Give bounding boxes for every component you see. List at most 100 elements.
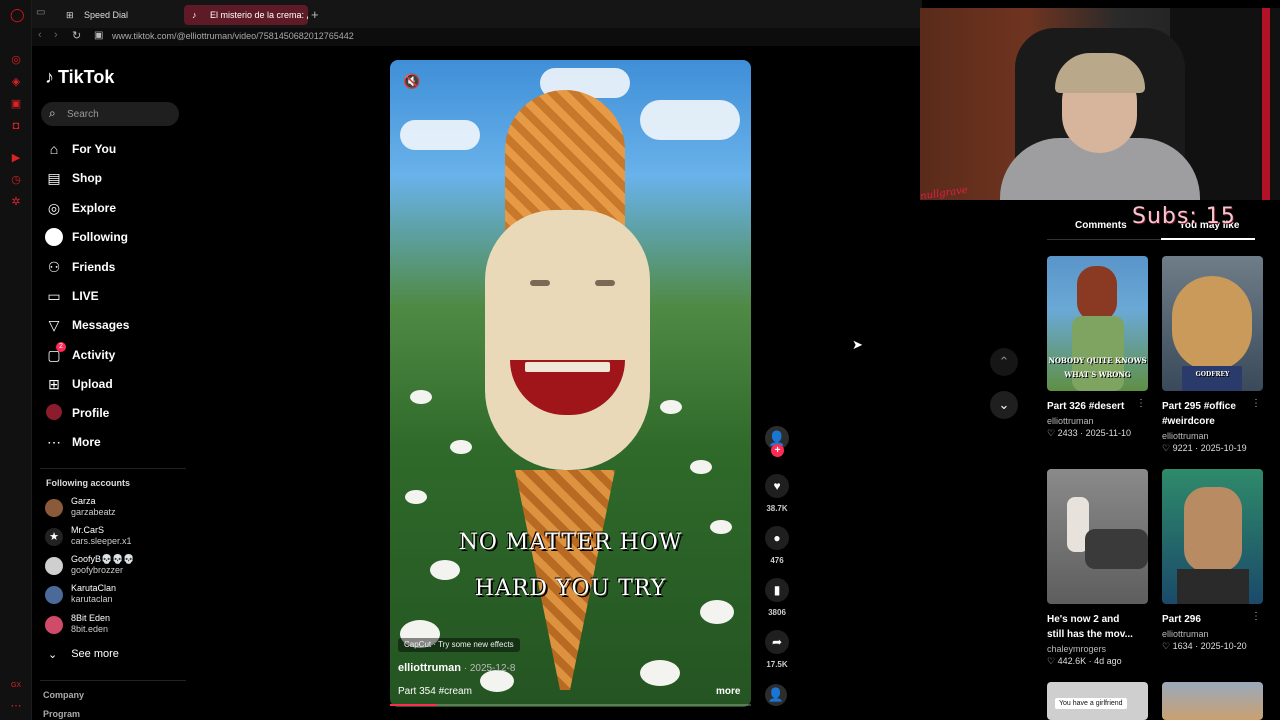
messenger-icon[interactable]: ▣ bbox=[10, 98, 22, 110]
save-count: 3806 bbox=[768, 608, 786, 617]
nav-label: For You bbox=[72, 142, 117, 156]
nav-activity[interactable]: ▢ 2 Activity bbox=[45, 342, 195, 366]
recommended-video-card[interactable]: GODFREY Part 295 #office #weirdcore ⋮ el… bbox=[1162, 256, 1263, 454]
live-tv-icon: ▭ bbox=[47, 288, 61, 304]
sidebar-shortcut-icon[interactable]: ◈ bbox=[10, 76, 22, 88]
recommended-video-card[interactable]: He's now 2 and still has the mov... chal… bbox=[1047, 469, 1148, 667]
recommended-video-card[interactable]: NOBODY QUITE KNOWS WHAT'S WRONG Part 326… bbox=[1047, 256, 1148, 439]
eye bbox=[595, 280, 615, 286]
nav-live[interactable]: ▭ LIVE bbox=[45, 285, 195, 307]
account-item[interactable]: KarutaClan karutaclan bbox=[45, 583, 195, 609]
history-icon[interactable]: ◷ bbox=[10, 174, 22, 186]
search-input[interactable] bbox=[67, 106, 167, 122]
nav-explore[interactable]: ◎ Explore bbox=[45, 197, 195, 219]
recommended-video-card[interactable]: Part 296 ⋮ elliottruman ♡ 1634 · 2025-10… bbox=[1162, 469, 1263, 652]
nav-more[interactable]: ⋯ More bbox=[45, 431, 195, 453]
nav-upload[interactable]: ⊞ Upload bbox=[45, 373, 195, 395]
avatar bbox=[45, 557, 63, 575]
following-avatar-icon bbox=[45, 228, 63, 246]
chevron-down-icon: ⌄ bbox=[48, 649, 58, 661]
account-item[interactable]: ★ Mr.CarS cars.sleeper.x1 bbox=[45, 525, 195, 551]
tab-comments[interactable]: Comments bbox=[1075, 220, 1127, 231]
workspace-icon[interactable]: ▭ bbox=[36, 7, 45, 18]
settings-gear-icon[interactable]: ✲ bbox=[10, 196, 22, 208]
video-thumbnail[interactable]: NOBODY QUITE KNOWS WHAT'S WRONG bbox=[1047, 256, 1148, 391]
video-date: · 2025-12-8 bbox=[460, 663, 516, 674]
comment-button[interactable]: ● 476 bbox=[764, 526, 790, 565]
video-thumbnail[interactable] bbox=[1162, 469, 1263, 604]
video-author[interactable]: elliottruman · 2025-12-8 bbox=[398, 662, 515, 674]
nav-for-you[interactable]: ⌂ For You bbox=[45, 138, 195, 160]
video-progress-bar[interactable] bbox=[390, 704, 751, 706]
active-tab-indicator bbox=[1161, 238, 1255, 240]
messages-icon: ▽ bbox=[48, 317, 60, 333]
nav-profile[interactable]: Profile bbox=[45, 402, 195, 424]
daisy-shape bbox=[690, 460, 712, 474]
capcut-tag[interactable]: CapCut · Try some new effects bbox=[398, 638, 520, 652]
account-item[interactable]: Garza garzabeatz bbox=[45, 496, 195, 522]
tiktok-note-icon: ♪ bbox=[45, 67, 54, 87]
nav-label: Upload bbox=[72, 377, 113, 391]
footer-link-company[interactable]: Company bbox=[43, 690, 84, 700]
nav-label: Messages bbox=[72, 318, 130, 332]
follow-plus-button[interactable]: + bbox=[771, 444, 784, 457]
card-title: He's now 2 and still has the mov... bbox=[1047, 614, 1133, 640]
card-author: elliottruman bbox=[1162, 431, 1209, 441]
compass-icon: ◎ bbox=[47, 200, 61, 216]
url-field[interactable]: www.tiktok.com/@elliottruman/video/75814… bbox=[112, 31, 354, 41]
video-thumbnail[interactable] bbox=[1162, 682, 1263, 720]
avatar: ★ bbox=[45, 528, 63, 546]
footer-link-program[interactable]: Program bbox=[43, 709, 80, 719]
save-button[interactable]: ▮ 3806 bbox=[764, 578, 790, 617]
next-video-button[interactable]: ⌄ bbox=[990, 391, 1018, 419]
see-more-button[interactable]: ⌄ See more bbox=[48, 648, 119, 661]
nav-label: Friends bbox=[72, 260, 116, 274]
more-options-icon[interactable]: ⋮ bbox=[1136, 398, 1146, 409]
progress-fill bbox=[390, 704, 437, 706]
tiktok-logo[interactable]: ♪ TikTok bbox=[45, 67, 114, 88]
video-thumbnail[interactable]: You have a girlfriend bbox=[1047, 682, 1148, 720]
like-button[interactable]: ♥ 38.7K bbox=[764, 474, 790, 513]
nav-shop[interactable]: ▤ Shop bbox=[45, 167, 195, 189]
video-caption-line: NO MATTER HOW bbox=[458, 530, 683, 555]
led-strip bbox=[1262, 8, 1270, 200]
previous-video-button[interactable]: ⌃ bbox=[990, 348, 1018, 376]
nav-label: Profile bbox=[72, 406, 110, 420]
more-dots-icon[interactable]: ⋯ bbox=[10, 700, 22, 712]
instagram-icon[interactable]: ◘ bbox=[10, 120, 22, 132]
account-item[interactable]: 8Bit Eden 8bit.eden bbox=[45, 613, 195, 639]
tab-speed-dial[interactable]: ⊞ Speed Dial bbox=[58, 5, 178, 25]
more-options-icon[interactable]: ⋮ bbox=[1251, 611, 1261, 622]
nav-following[interactable]: Following bbox=[45, 226, 195, 248]
player-icon[interactable]: ▶ bbox=[10, 152, 22, 164]
more-link[interactable]: more bbox=[716, 686, 740, 697]
opera-logo-icon[interactable]: ◯ bbox=[10, 8, 25, 21]
forward-arrow-icon[interactable]: › bbox=[54, 29, 58, 41]
account-name: GoofyB💀💀💀 bbox=[71, 554, 135, 564]
new-tab-button[interactable]: + bbox=[311, 7, 319, 22]
nav-friends[interactable]: ⚇ Friends bbox=[45, 256, 195, 278]
shop-bag-icon: ▤ bbox=[47, 170, 61, 186]
nav-messages[interactable]: ▽ Messages bbox=[45, 314, 195, 336]
friends-icon: ⚇ bbox=[47, 259, 61, 275]
video-thumbnail[interactable] bbox=[1047, 469, 1148, 604]
home-icon: ⌂ bbox=[49, 141, 59, 157]
recommended-video-card[interactable] bbox=[1162, 682, 1263, 720]
muted-speaker-icon[interactable]: 🔇 bbox=[403, 73, 420, 90]
nav-label: Following bbox=[72, 230, 128, 244]
music-disc-avatar[interactable]: 👤 bbox=[765, 684, 787, 706]
logo-text: TikTok bbox=[58, 67, 115, 87]
gx-icon[interactable]: GX bbox=[10, 680, 22, 692]
tab-tiktok-video[interactable]: ♪ El misterio de la crema: ¿P bbox=[184, 5, 308, 25]
daisy-shape bbox=[700, 600, 734, 624]
search-box[interactable]: ⌕ bbox=[41, 102, 179, 126]
sidebar-shortcut-icon[interactable]: ◎ bbox=[10, 54, 22, 66]
share-button[interactable]: ➦ 17.5K bbox=[764, 630, 790, 669]
video-thumbnail[interactable]: GODFREY bbox=[1162, 256, 1263, 391]
more-options-icon[interactable]: ⋮ bbox=[1251, 398, 1261, 409]
account-item[interactable]: GoofyB💀💀💀 goofybrozzer bbox=[45, 554, 195, 580]
subs-counter-overlay: Subs: 15 bbox=[1132, 204, 1236, 229]
back-arrow-icon[interactable]: ‹ bbox=[38, 29, 42, 41]
reload-icon[interactable]: ↻ bbox=[72, 29, 81, 42]
recommended-video-card[interactable]: You have a girlfriend bbox=[1047, 682, 1148, 720]
